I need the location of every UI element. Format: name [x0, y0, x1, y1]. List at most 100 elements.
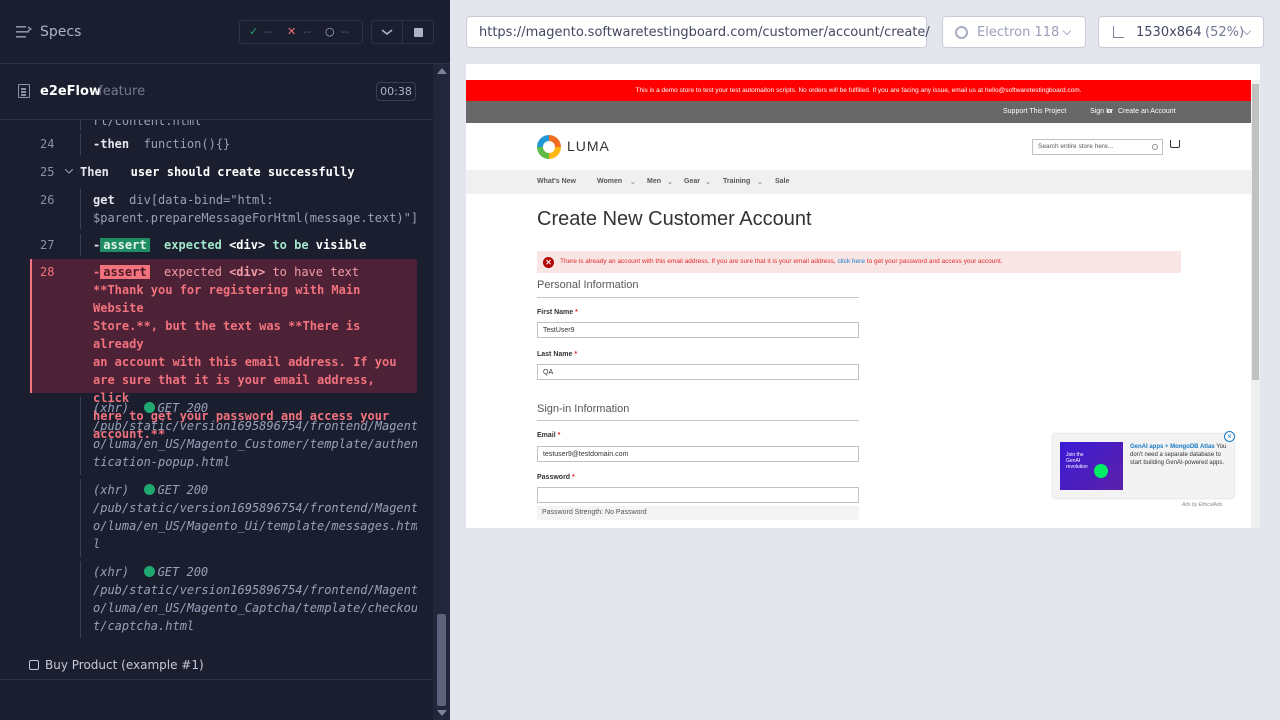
- assert-row-failed[interactable]: 28 - assert expected <div> to have text *…: [30, 259, 417, 441]
- passed-icon: ✓: [249, 25, 259, 38]
- scrollbar-thumb[interactable]: [1252, 84, 1259, 380]
- command-args: rl/content.html: [93, 120, 202, 128]
- test-title: Buy Product (example #1): [45, 658, 204, 672]
- divider: [0, 679, 433, 680]
- command-args: function(){}: [143, 137, 231, 151]
- electron-icon: [955, 26, 968, 39]
- test-collapsed-icon: [29, 660, 39, 670]
- viewport-icon: [1113, 26, 1124, 38]
- sponsored-ad[interactable]: Join the GenAI revolution GenAI apps + M…: [1053, 431, 1235, 498]
- command-number: 24: [40, 137, 55, 151]
- spec-name: e2eFlow: [40, 84, 101, 99]
- ad-image[interactable]: Join the GenAI revolution: [1060, 442, 1123, 490]
- logo-text[interactable]: LUMA: [567, 138, 610, 154]
- cart-icon[interactable]: [1170, 140, 1180, 148]
- pending-icon: ○: [325, 25, 335, 38]
- email-label: Email *: [537, 432, 561, 439]
- support-link[interactable]: Support This Project: [1003, 108, 1066, 115]
- test-stats: ✓ -- ✕ -- ○ --: [239, 20, 363, 44]
- assert-row-passed[interactable]: 27 - assert expected <div> to be visible: [30, 234, 417, 256]
- viewport-selector[interactable]: 1530x864 (52%): [1098, 16, 1264, 48]
- error-icon: ✕: [543, 257, 554, 268]
- command-number: 28: [40, 265, 55, 279]
- xhr-url: /pub/static/version1695896754/frontend/M…: [93, 419, 417, 469]
- last-name-field[interactable]: QA: [537, 364, 859, 380]
- assert-badge: assert: [100, 265, 150, 279]
- stop-icon: [414, 28, 423, 37]
- passed-count: --: [264, 25, 272, 38]
- signin-info-title: Sign-in Information: [537, 403, 630, 415]
- command-log-panel: Specs ✓ -- ✕ -- ○ -- e2eFlow .feature 00…: [0, 0, 450, 720]
- scrollbar-thumb[interactable]: [437, 614, 446, 706]
- page-scrollbar[interactable]: [1251, 80, 1260, 528]
- password-strength-meter: Password Strength: No Password: [537, 506, 859, 520]
- luma-logo-icon[interactable]: [537, 135, 561, 159]
- url-bar[interactable]: https://magento.softwaretestingboard.com…: [466, 16, 930, 48]
- chevron-down-icon: ⌄: [630, 179, 636, 186]
- password-field[interactable]: [537, 487, 859, 503]
- create-account-link[interactable]: Create an Account: [1118, 108, 1176, 115]
- command-row[interactable]: 26 get div[data-bind="html: $parent.prep…: [30, 189, 417, 229]
- search-input[interactable]: Search entire store here...: [1032, 139, 1163, 155]
- step-row[interactable]: 25 Then user should create successfully: [30, 161, 417, 183]
- main-nav: What's New Women ⌄ Men ⌄ Gear ⌄ Training…: [466, 170, 1251, 194]
- chevron-down-icon: ⌄: [757, 179, 763, 186]
- status-dot-icon: [143, 566, 155, 577]
- specs-label[interactable]: Specs: [40, 24, 81, 40]
- pending-count: --: [341, 25, 349, 38]
- divider: [537, 420, 859, 421]
- test-item[interactable]: Buy Product (example #1): [0, 650, 433, 680]
- divider: [537, 297, 859, 298]
- command-keyword: -then: [93, 137, 130, 151]
- or-text: or: [1107, 108, 1114, 115]
- browser-selector[interactable]: Electron 118: [942, 16, 1086, 48]
- options-dropdown-button[interactable]: [371, 20, 403, 44]
- nav-whats-new[interactable]: What's New: [537, 178, 576, 185]
- ad-credit[interactable]: Ads by EthicalAds: [1182, 502, 1222, 508]
- step-keyword: Then: [80, 165, 109, 179]
- password-label: Password *: [537, 474, 575, 481]
- nav-training[interactable]: Training: [723, 178, 750, 185]
- scroll-down-icon[interactable]: [437, 710, 447, 716]
- ad-title[interactable]: GenAI apps + MongoDB Atlas: [1130, 444, 1215, 450]
- nav-gear[interactable]: Gear: [684, 178, 700, 185]
- page-title: Create New Customer Account: [537, 208, 812, 230]
- url-text: https://magento.softwaretestingboard.com…: [479, 25, 930, 40]
- command-number: 26: [40, 193, 55, 207]
- nav-women[interactable]: Women: [597, 178, 622, 185]
- email-field[interactable]: testuser9@testdomain.com: [537, 446, 859, 462]
- specs-list-icon[interactable]: [16, 25, 32, 39]
- click-here-link[interactable]: click here: [837, 258, 864, 265]
- chevron-down-icon: [381, 29, 393, 36]
- command-keyword: get: [93, 193, 115, 207]
- xhr-row[interactable]: (xhr) GET 200 /pub/static/version1695896…: [30, 397, 417, 475]
- command-number: 25: [40, 165, 55, 179]
- nav-sale[interactable]: Sale: [775, 178, 789, 185]
- spec-extension: .feature: [94, 84, 146, 99]
- command-number: 27: [40, 238, 55, 252]
- first-name-field[interactable]: TestUser9: [537, 322, 859, 338]
- chevron-down-icon: ⌄: [667, 179, 673, 186]
- file-icon: [18, 84, 30, 98]
- first-name-label: First Name *: [537, 309, 578, 316]
- utility-bar: Support This Project Sign In or Create a…: [466, 101, 1251, 123]
- xhr-row[interactable]: (xhr) GET 200 /pub/static/version1695896…: [30, 561, 417, 638]
- close-icon[interactable]: ×: [1224, 431, 1235, 442]
- command-log: rl/content.html 24 -then function(){} 25…: [30, 120, 417, 638]
- command-row[interactable]: rl/content.html: [30, 120, 417, 130]
- chevron-down-icon[interactable]: [65, 169, 73, 175]
- spec-header: e2eFlow .feature 00:38: [0, 76, 433, 120]
- viewport-size: 1530x864: [1136, 25, 1202, 40]
- viewport-scale: (52%): [1205, 25, 1245, 40]
- xhr-url: /pub/static/version1695896754/frontend/M…: [93, 501, 417, 551]
- search-icon[interactable]: [1152, 144, 1158, 150]
- chevron-down-icon: ⌄: [705, 179, 711, 186]
- nav-men[interactable]: Men: [647, 178, 661, 185]
- command-log-scrollbar[interactable]: [433, 64, 450, 720]
- stop-button[interactable]: [402, 20, 434, 44]
- command-row[interactable]: 24 -then function(){}: [30, 133, 417, 155]
- xhr-row[interactable]: (xhr) GET 200 /pub/static/version1695896…: [30, 479, 417, 557]
- xhr-url: /pub/static/version1695896754/frontend/M…: [93, 583, 417, 633]
- scroll-up-icon[interactable]: [437, 68, 447, 74]
- mongodb-leaf-icon: [1094, 464, 1108, 478]
